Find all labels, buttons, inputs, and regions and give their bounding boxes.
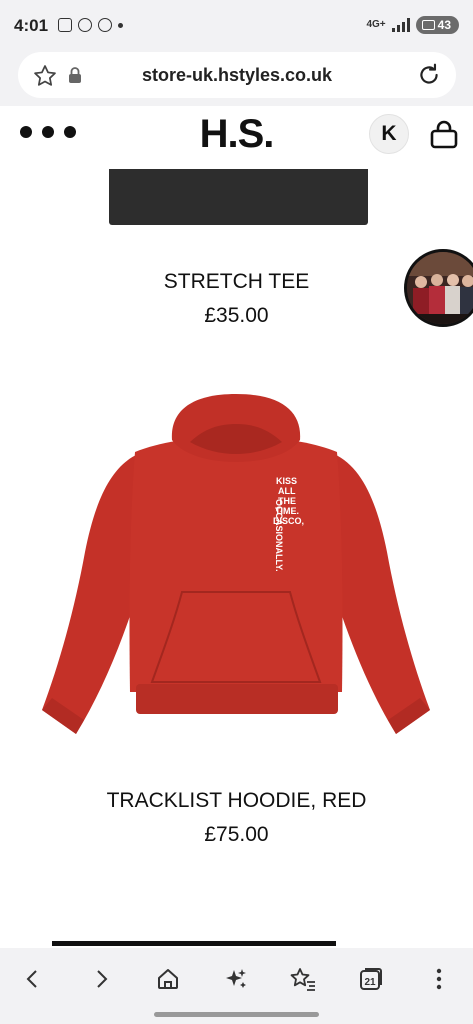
url-text[interactable]: store-uk.hstyles.co.uk xyxy=(18,65,456,86)
status-bar: 4:01 4G+ 43 xyxy=(0,0,473,48)
product-price: £75.00 xyxy=(204,823,269,846)
shopping-bag-icon[interactable] xyxy=(429,120,459,155)
sparkles-icon[interactable] xyxy=(219,962,253,996)
location-icon xyxy=(98,18,112,32)
battery-indicator: 43 xyxy=(415,16,459,34)
star-list-icon[interactable] xyxy=(286,962,320,996)
print-line: KISS xyxy=(276,476,297,486)
tabs-icon[interactable]: 21 xyxy=(354,962,388,996)
product-title[interactable]: STRETCH TEE xyxy=(0,270,473,294)
page-scroll-indicator xyxy=(52,941,336,946)
home-icon[interactable] xyxy=(151,962,185,996)
chevron-left-icon[interactable] xyxy=(16,962,50,996)
account-button[interactable]: K xyxy=(369,114,409,154)
product-price: £35.00 xyxy=(204,304,269,327)
tab-count: 21 xyxy=(364,977,376,988)
more-vertical-icon[interactable] xyxy=(422,962,456,996)
site-header: H.S. K xyxy=(0,106,473,162)
address-bar[interactable]: store-uk.hstyles.co.uk xyxy=(18,52,456,98)
chevron-right-icon[interactable] xyxy=(84,962,118,996)
status-time: 4:01 xyxy=(14,16,49,35)
signal-icon xyxy=(391,18,410,32)
home-indicator[interactable] xyxy=(154,1012,319,1017)
messenger-icon xyxy=(78,18,92,32)
stretch-tee-image[interactable] xyxy=(109,169,368,225)
floating-video-thumbnail[interactable] xyxy=(404,249,473,327)
status-right: 4G+ 43 xyxy=(366,16,459,34)
more-notifications-dot xyxy=(118,22,123,28)
reload-icon[interactable] xyxy=(416,62,442,93)
print-line: ALL xyxy=(278,486,296,496)
notification-icons xyxy=(58,18,123,32)
notification-icon xyxy=(58,18,72,32)
browser-toolbar: 21 xyxy=(0,948,473,1024)
browser-address-area: store-uk.hstyles.co.uk xyxy=(0,48,473,106)
network-type: 4G+ xyxy=(366,19,386,30)
product-title[interactable]: TRACKLIST HOODIE, RED xyxy=(0,789,473,813)
tracklist-hoodie-image[interactable]: KISS ALL THE TIME. DISCO, OCCASIONALLY. xyxy=(40,392,432,742)
print-line: OCCASIONALLY. xyxy=(274,499,284,572)
